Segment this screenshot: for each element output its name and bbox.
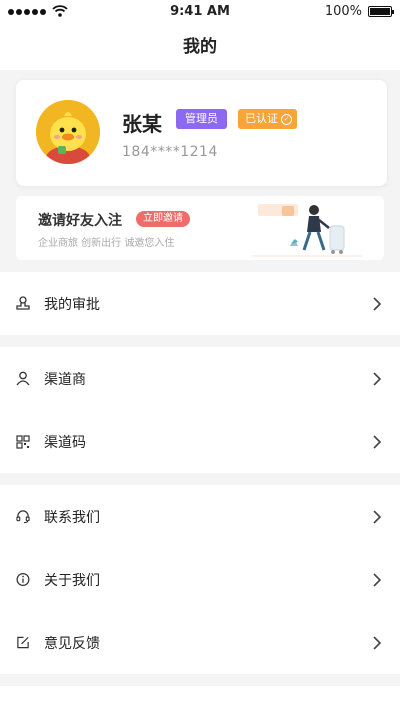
- chevron-right-icon: [373, 573, 382, 587]
- chevron-right-icon: [373, 297, 382, 311]
- duck-avatar-icon: [36, 100, 100, 164]
- menu-item-label: 我的审批: [44, 296, 100, 313]
- invite-banner[interactable]: 邀请好友入注 立即邀请 企业商旅 创新出行 诚邀您入住: [16, 196, 384, 260]
- menu-item-channel-partner[interactable]: 渠道商: [0, 347, 400, 410]
- verified-badge-label: 已认证: [245, 112, 278, 125]
- chevron-right-icon: [373, 372, 382, 386]
- verified-badge: 已认证 ✓: [238, 109, 297, 129]
- section-channel: 渠道商 渠道码: [0, 347, 400, 473]
- bottom-bar: [0, 686, 400, 710]
- section-approval: 我的审批: [0, 272, 400, 335]
- menu-item-label: 联系我们: [44, 509, 100, 526]
- user-phone: 184****1214: [122, 144, 218, 160]
- user-name: 张某: [122, 112, 162, 136]
- menu-item-channel-code[interactable]: 渠道码: [0, 410, 400, 473]
- info-icon: [16, 572, 30, 588]
- battery-percentage: 100%: [324, 4, 362, 19]
- menu-item-label: 渠道商: [44, 371, 86, 388]
- qr-code-icon: [16, 434, 30, 450]
- menu-item-feedback[interactable]: 意见反馈: [0, 611, 400, 674]
- section-support: 联系我们 关于我们 意见反馈: [0, 485, 400, 674]
- page-title: 我的: [0, 24, 400, 70]
- admin-badge: 管理员: [176, 109, 227, 129]
- user-icon: [16, 371, 30, 387]
- stamp-icon: [16, 296, 30, 312]
- menu-item-label: 意见反馈: [44, 635, 100, 652]
- battery-icon: [368, 6, 394, 17]
- feedback-icon: [16, 635, 30, 651]
- avatar[interactable]: [36, 100, 100, 164]
- invite-subtitle: 企业商旅 创新出行 诚邀您入住: [38, 238, 175, 249]
- menu-item-label: 渠道码: [44, 434, 86, 451]
- profile-card[interactable]: 张某 管理员 已认证 ✓ 184****1214: [16, 80, 387, 186]
- chevron-right-icon: [373, 510, 382, 524]
- status-bar: 9:41 AM 100%: [0, 0, 400, 24]
- verified-check-icon: ✓: [281, 113, 292, 125]
- chevron-right-icon: [373, 636, 382, 650]
- menu-item-my-approval[interactable]: 我的审批: [0, 272, 400, 335]
- traveler-illustration-icon: [252, 204, 362, 257]
- menu-item-about-us[interactable]: 关于我们: [0, 548, 400, 611]
- menu-item-contact-us[interactable]: 联系我们: [0, 485, 400, 548]
- invite-title: 邀请好友入注: [38, 213, 122, 229]
- invite-now-button[interactable]: 立即邀请: [136, 211, 190, 227]
- menu-item-label: 关于我们: [44, 572, 100, 589]
- chevron-right-icon: [373, 435, 382, 449]
- headset-icon: [16, 509, 30, 525]
